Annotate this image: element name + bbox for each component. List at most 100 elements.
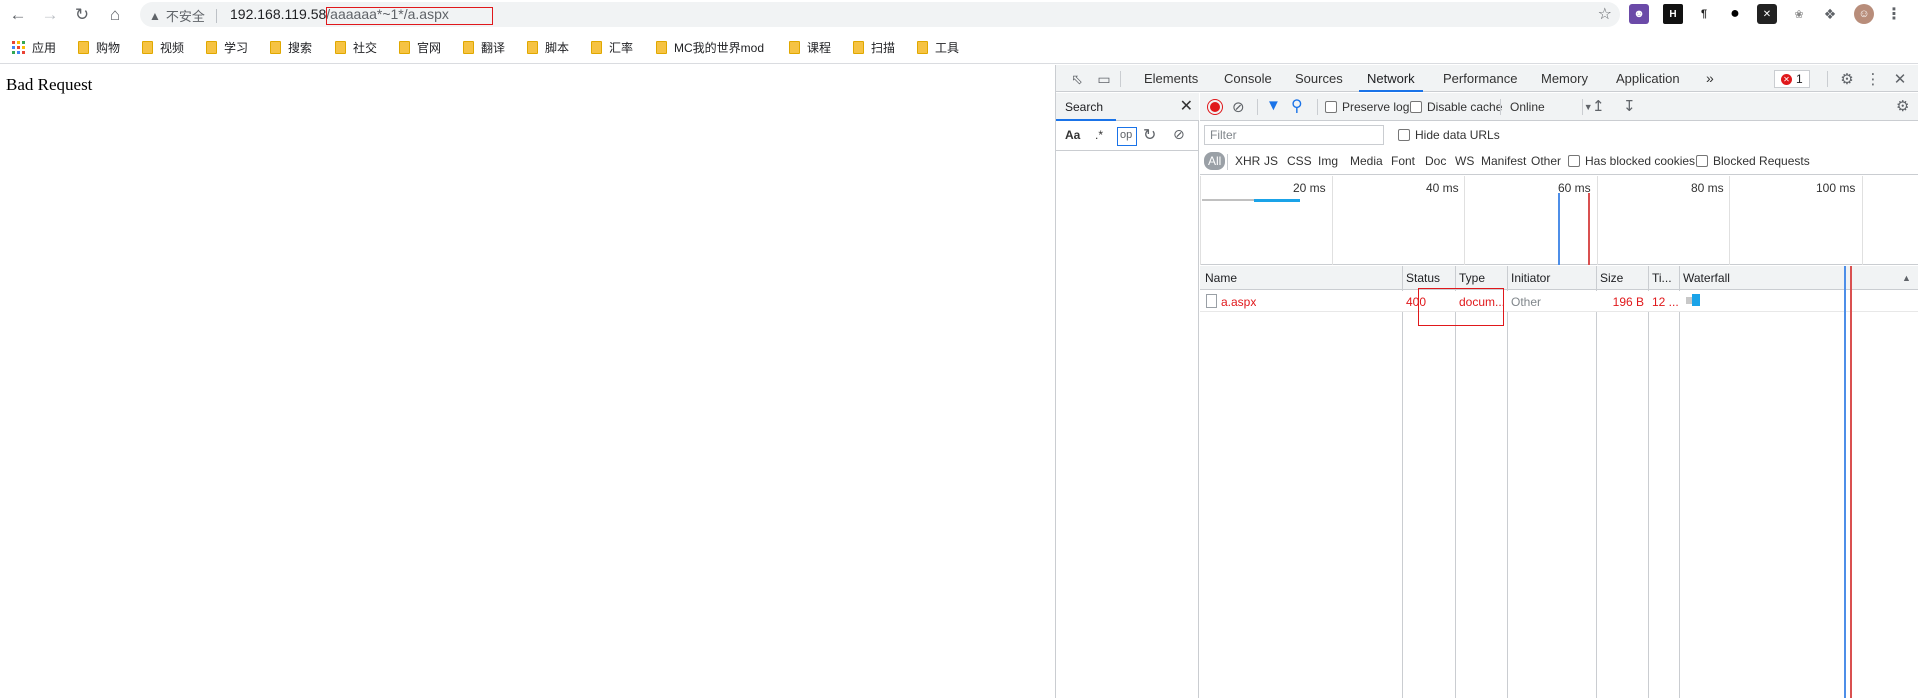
bookmark-folder[interactable]: 汇率	[591, 38, 633, 56]
search-icon[interactable]: ⚲	[1291, 96, 1303, 116]
type-filter-media[interactable]: Media	[1350, 154, 1383, 168]
profile-avatar[interactable]: ☺	[1854, 4, 1874, 24]
extension-circle-icon[interactable]: ●	[1725, 4, 1745, 24]
waterfall-download-bar	[1692, 294, 1700, 306]
clear-log-icon[interactable]: ⊘	[1232, 98, 1245, 116]
bookmark-folder[interactable]: 学习	[206, 38, 248, 56]
preserve-log-checkbox[interactable]: Preserve log	[1325, 100, 1409, 114]
home-icon[interactable]: ⌂	[103, 3, 127, 27]
forward-arrow-icon[interactable]: →	[38, 3, 62, 27]
tab-application[interactable]: Application	[1608, 65, 1688, 92]
match-case-button[interactable]: Aa	[1065, 128, 1080, 142]
checkbox-label: Has blocked cookies	[1585, 154, 1696, 168]
timeline-label: 100 ms	[1816, 181, 1856, 195]
blocked-requests-checkbox[interactable]: Blocked Requests	[1696, 154, 1810, 168]
tab-elements[interactable]: Elements	[1136, 65, 1206, 92]
column-type[interactable]: Type	[1459, 271, 1485, 285]
import-har-icon[interactable]: ↥	[1592, 97, 1605, 115]
regex-button[interactable]: .*	[1095, 128, 1103, 142]
type-filter-img[interactable]: Img	[1318, 154, 1338, 168]
type-filter-manifest[interactable]: Manifest	[1481, 154, 1526, 168]
type-filter-css[interactable]: CSS	[1287, 154, 1312, 168]
column-divider	[1679, 266, 1680, 698]
reload-icon[interactable]: ↻	[70, 3, 94, 27]
type-filter-xhr[interactable]: XHR	[1235, 154, 1260, 168]
throttling-select[interactable]: Online ▼	[1510, 100, 1593, 114]
checkbox[interactable]	[1696, 155, 1708, 167]
bookmark-apps[interactable]: 应用	[12, 38, 56, 56]
column-time[interactable]: Ti...	[1652, 271, 1672, 285]
bookmark-folder[interactable]: 搜索	[270, 38, 312, 56]
network-settings-gear-icon[interactable]: ⚙	[1896, 97, 1909, 115]
bookmark-folder[interactable]: 翻译	[463, 38, 505, 56]
column-name[interactable]: Name	[1205, 271, 1237, 285]
inspect-element-icon[interactable]: ⬁	[1067, 69, 1087, 89]
type-filter-all[interactable]: All	[1204, 152, 1226, 170]
extension-gray-icon[interactable]: ❀	[1789, 4, 1809, 24]
export-har-icon[interactable]: ↧	[1623, 97, 1636, 115]
checkbox[interactable]	[1325, 101, 1337, 113]
tab-console[interactable]: Console	[1216, 65, 1280, 92]
filter-input[interactable]: Filter	[1204, 125, 1384, 145]
column-status[interactable]: Status	[1406, 271, 1440, 285]
back-arrow-icon[interactable]: ←	[6, 3, 30, 27]
device-toolbar-icon[interactable]: ▭	[1094, 69, 1114, 89]
column-waterfall[interactable]: Waterfall	[1683, 271, 1730, 285]
checkbox[interactable]	[1568, 155, 1580, 167]
sort-up-icon[interactable]: ▲	[1902, 273, 1911, 283]
search-input[interactable]: op	[1117, 127, 1137, 146]
divider	[1827, 71, 1828, 87]
bookmark-folder[interactable]: 视频	[142, 38, 184, 56]
type-filter-js[interactable]: JS	[1264, 154, 1278, 168]
close-search-icon[interactable]: ✕	[1180, 96, 1193, 116]
hide-data-urls-checkbox[interactable]: Hide data URLs	[1398, 128, 1500, 142]
tab-network[interactable]: Network	[1359, 65, 1423, 92]
extension-paragraph-icon[interactable]: ¶	[1694, 4, 1714, 24]
bookmark-folder[interactable]: 工具	[917, 38, 959, 56]
bookmark-folder[interactable]: MC我的世界mod	[656, 38, 764, 56]
bookmark-folder[interactable]: 课程	[789, 38, 831, 56]
timeline-gridline	[1464, 176, 1465, 265]
type-filter-font[interactable]: Font	[1391, 154, 1415, 168]
type-filter-other[interactable]: Other	[1531, 154, 1561, 168]
settings-gear-icon[interactable]: ⚙	[1837, 69, 1857, 89]
type-filter-doc[interactable]: Doc	[1425, 154, 1446, 168]
error-count-badge[interactable]: ✕ 1	[1774, 70, 1810, 88]
type-filter-ws[interactable]: WS	[1455, 154, 1474, 168]
bookmark-folder[interactable]: 扫描	[853, 38, 895, 56]
extension-h-icon[interactable]: H	[1663, 4, 1683, 24]
clear-search-icon[interactable]: ⊘	[1173, 126, 1185, 143]
tab-sources[interactable]: Sources	[1287, 65, 1351, 92]
extension-avatar-icon[interactable]: ☻	[1629, 4, 1649, 24]
column-initiator[interactable]: Initiator	[1511, 271, 1550, 285]
refresh-search-icon[interactable]: ↻	[1143, 125, 1156, 145]
extension-x-icon[interactable]: ✕	[1757, 4, 1777, 24]
disable-cache-checkbox[interactable]: Disable cache	[1410, 100, 1502, 114]
bookmark-folder[interactable]: 官网	[399, 38, 441, 56]
bookmark-folder[interactable]: 脚本	[527, 38, 569, 56]
timeline-gridline	[1200, 176, 1201, 265]
tab-memory[interactable]: Memory	[1533, 65, 1596, 92]
close-devtools-icon[interactable]: ✕	[1890, 69, 1910, 89]
tab-performance[interactable]: Performance	[1435, 65, 1525, 92]
checkbox[interactable]	[1398, 129, 1410, 141]
bookmark-folder[interactable]: 社交	[335, 38, 377, 56]
column-size[interactable]: Size	[1600, 271, 1623, 285]
filter-bar: Filter Hide data URLs	[1200, 122, 1918, 148]
filter-funnel-icon[interactable]: ▼	[1266, 97, 1281, 114]
more-tabs-button[interactable]: »	[1698, 65, 1722, 92]
search-tab[interactable]: Search	[1065, 100, 1103, 114]
url-path-highlight-box	[326, 7, 493, 25]
request-name[interactable]: a.aspx	[1221, 295, 1256, 309]
record-icon[interactable]	[1208, 100, 1222, 114]
bookmark-folder[interactable]: 购物	[78, 38, 120, 56]
network-overview-timeline[interactable]: 20 ms 40 ms 60 ms 80 ms 100 ms	[1200, 176, 1918, 265]
has-blocked-cookies-checkbox[interactable]: Has blocked cookies	[1568, 154, 1695, 168]
table-row[interactable]: a.aspx 400 docum... Other 196 B 12 ...	[1200, 291, 1918, 312]
customize-kebab-icon[interactable]: ⋮	[1863, 69, 1883, 89]
extensions-puzzle-icon[interactable]: ❖	[1820, 4, 1840, 24]
bookmark-star-icon[interactable]: ☆	[1598, 4, 1612, 24]
menu-kebab-icon[interactable]: ⋮	[1884, 4, 1904, 24]
security-indicator[interactable]: ▲ 不安全	[149, 6, 217, 25]
checkbox[interactable]	[1410, 101, 1422, 113]
